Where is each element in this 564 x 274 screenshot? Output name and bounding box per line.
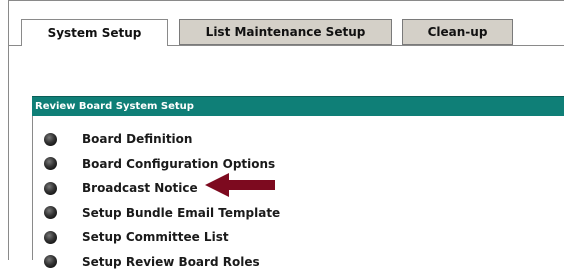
bullet-icon [44, 182, 57, 195]
bullet-icon [44, 206, 57, 219]
tab-baseline [8, 45, 21, 46]
panel-border [32, 96, 33, 260]
menu-item-label: Setup Bundle Email Template [82, 206, 280, 220]
panel-title: Review Board System Setup [32, 96, 564, 116]
tab-baseline [168, 45, 564, 46]
menu-item-board-definition[interactable]: Board Definition [44, 127, 280, 152]
bullet-icon [44, 157, 57, 170]
menu-item-setup-bundle-email-template[interactable]: Setup Bundle Email Template [44, 201, 280, 226]
menu-item-setup-committee-list[interactable]: Setup Committee List [44, 225, 280, 250]
menu-item-setup-review-board-roles[interactable]: Setup Review Board Roles [44, 250, 280, 274]
menu-item-label: Broadcast Notice [82, 181, 198, 195]
tab-list-maintenance-setup[interactable]: List Maintenance Setup [179, 19, 392, 45]
arrow-left-icon [205, 173, 275, 197]
bullet-icon [44, 255, 57, 268]
menu-item-label: Setup Committee List [82, 230, 229, 244]
menu-item-label: Board Definition [82, 132, 192, 146]
setup-menu: Board Definition Board Configuration Opt… [44, 127, 280, 274]
tab-clean-up[interactable]: Clean-up [402, 19, 513, 45]
bullet-icon [44, 231, 57, 244]
bullet-icon [44, 133, 57, 146]
menu-item-label: Board Configuration Options [82, 157, 275, 171]
menu-item-label: Setup Review Board Roles [82, 255, 260, 269]
tab-system-setup[interactable]: System Setup [21, 19, 168, 46]
